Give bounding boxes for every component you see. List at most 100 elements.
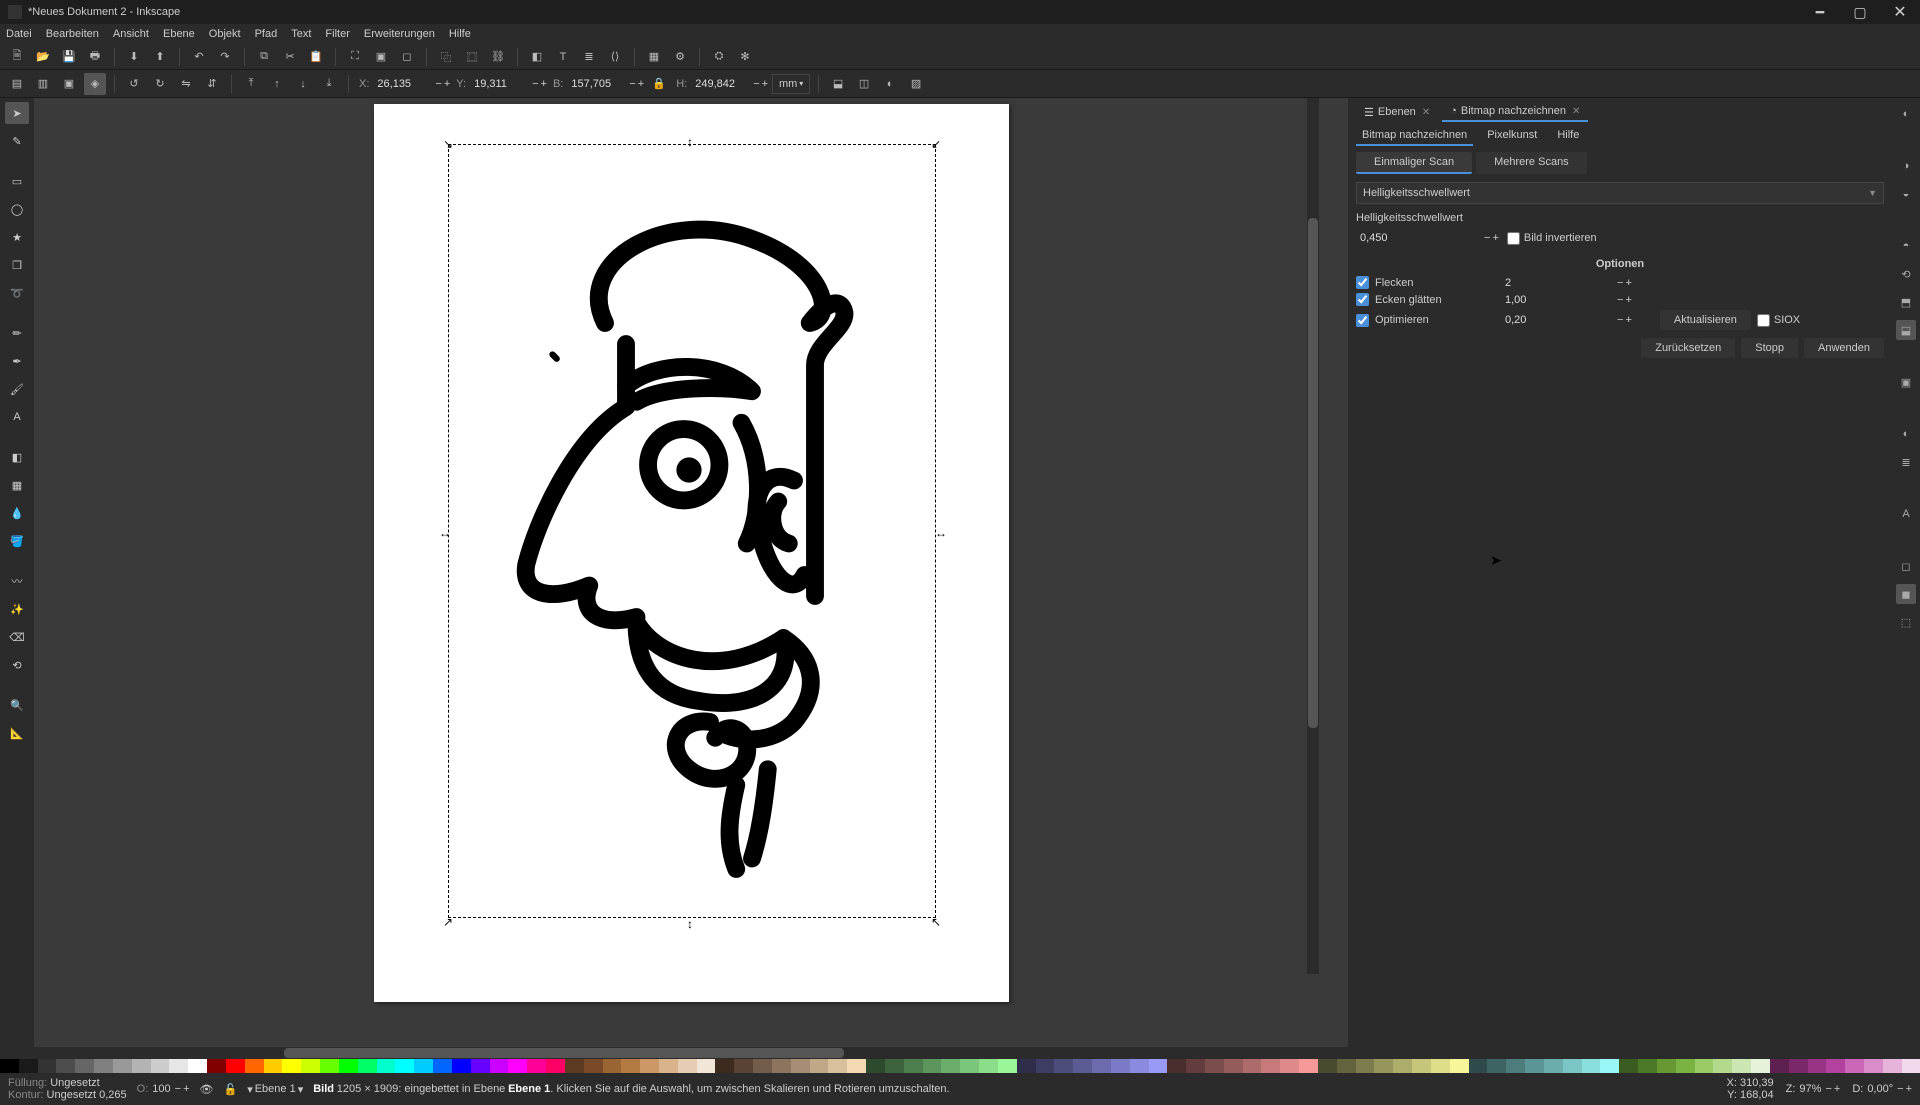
- swatch[interactable]: [490, 1059, 509, 1073]
- swatch[interactable]: [885, 1059, 904, 1073]
- subtab-trace[interactable]: Bitmap nachzeichnen: [1356, 126, 1473, 146]
- swatch[interactable]: [282, 1059, 301, 1073]
- swatch[interactable]: [188, 1059, 207, 1073]
- dock-icon-4[interactable]: ◓: [1896, 236, 1916, 256]
- export-icon[interactable]: ⬆: [149, 46, 171, 68]
- siox-checkbox[interactable]: SIOX: [1757, 314, 1800, 327]
- swatch[interactable]: [1299, 1059, 1318, 1073]
- calligraphy-tool[interactable]: 🖌: [5, 378, 29, 400]
- handle-bl[interactable]: ↗: [443, 915, 453, 925]
- eraser-tool[interactable]: ⌫: [5, 626, 29, 648]
- swatch[interactable]: [565, 1059, 584, 1073]
- maximize-button[interactable]: ▢: [1840, 0, 1880, 24]
- swatch[interactable]: [1713, 1059, 1732, 1073]
- subtab-help[interactable]: Hilfe: [1551, 126, 1585, 146]
- handle-tl[interactable]: ↘: [443, 137, 453, 147]
- swatch[interactable]: [1845, 1059, 1864, 1073]
- swatch[interactable]: [1036, 1059, 1055, 1073]
- swatch[interactable]: [207, 1059, 226, 1073]
- swatch[interactable]: [414, 1059, 433, 1073]
- sel-all-layers-icon[interactable]: ▤: [6, 73, 28, 95]
- swatch[interactable]: [941, 1059, 960, 1073]
- swatch[interactable]: [1902, 1059, 1920, 1073]
- update-button[interactable]: Aktualisieren: [1660, 310, 1751, 330]
- connector-tool[interactable]: ⟲: [5, 654, 29, 676]
- swatch[interactable]: [1130, 1059, 1149, 1073]
- dock-icon-7[interactable]: ⬓: [1896, 320, 1916, 340]
- opt-optimize-check[interactable]: [1356, 314, 1369, 327]
- swatch[interactable]: [734, 1059, 753, 1073]
- unlink-icon[interactable]: ⛓: [487, 46, 509, 68]
- copy-icon[interactable]: ⧉: [253, 46, 275, 68]
- selector-tool[interactable]: ➤: [5, 102, 29, 124]
- opt-speckles-input[interactable]: [1501, 277, 1611, 289]
- clone-icon[interactable]: ⿴: [461, 46, 483, 68]
- swatch[interactable]: [1149, 1059, 1168, 1073]
- menu-edit[interactable]: Bearbeiten: [46, 28, 99, 40]
- swatch[interactable]: [1356, 1059, 1375, 1073]
- open-icon[interactable]: 📂: [32, 46, 54, 68]
- lower-icon[interactable]: ↓: [292, 73, 314, 95]
- swatch[interactable]: [19, 1059, 38, 1073]
- paste-icon[interactable]: 📋: [305, 46, 327, 68]
- swatch[interactable]: [301, 1059, 320, 1073]
- swatch[interactable]: [1487, 1059, 1506, 1073]
- lower-bottom-icon[interactable]: ⤓: [318, 73, 340, 95]
- menu-extensions[interactable]: Erweiterungen: [364, 28, 435, 40]
- prefs2-icon[interactable]: ✻: [734, 46, 756, 68]
- dock-icon-9[interactable]: ◐: [1896, 424, 1916, 444]
- dock-icon-10[interactable]: ≣: [1896, 452, 1916, 472]
- 3dbox-tool[interactable]: ❒: [5, 254, 29, 276]
- mode-multi-scan[interactable]: Mehrere Scans: [1476, 152, 1587, 174]
- rotate-ccw-icon[interactable]: ↺: [123, 73, 145, 95]
- xml-icon[interactable]: ⟨⟩: [604, 46, 626, 68]
- swatch[interactable]: [1883, 1059, 1902, 1073]
- dup-icon[interactable]: ⿻: [435, 46, 457, 68]
- menu-file[interactable]: Datei: [6, 28, 32, 40]
- swatch[interactable]: [1205, 1059, 1224, 1073]
- swatch[interactable]: [1261, 1059, 1280, 1073]
- sel-touch-icon[interactable]: ◈: [84, 73, 106, 95]
- swatch[interactable]: [1224, 1059, 1243, 1073]
- bezier-tool[interactable]: ✒: [5, 350, 29, 372]
- zoom-tool[interactable]: 🔍: [5, 694, 29, 716]
- close-button[interactable]: ✕: [1880, 0, 1920, 24]
- gradient-tool[interactable]: ◧: [5, 446, 29, 468]
- swatch[interactable]: [1751, 1059, 1770, 1073]
- swatch[interactable]: [621, 1059, 640, 1073]
- menu-path[interactable]: Pfad: [255, 28, 278, 40]
- sel-all-icon[interactable]: ▥: [32, 73, 54, 95]
- swatch[interactable]: [320, 1059, 339, 1073]
- text-tool[interactable]: A: [5, 406, 29, 428]
- swatch[interactable]: [1337, 1059, 1356, 1073]
- swatch[interactable]: [1525, 1059, 1544, 1073]
- swatch[interactable]: [113, 1059, 132, 1073]
- undo-icon[interactable]: ↶: [188, 46, 210, 68]
- zoom-sel-icon[interactable]: ⛶: [344, 46, 366, 68]
- opt-speckles-check[interactable]: [1356, 276, 1369, 289]
- swatch[interactable]: [960, 1059, 979, 1073]
- swatch[interactable]: [1826, 1059, 1845, 1073]
- swatch[interactable]: [923, 1059, 942, 1073]
- opt-speckles-spinner[interactable]: −+: [1617, 277, 1632, 289]
- opt-optimize-spinner[interactable]: −+: [1617, 314, 1632, 326]
- mode-single-scan[interactable]: Einmaliger Scan: [1356, 152, 1472, 174]
- swatch[interactable]: [339, 1059, 358, 1073]
- swatch[interactable]: [395, 1059, 414, 1073]
- swatch[interactable]: [1167, 1059, 1186, 1073]
- swatch[interactable]: [828, 1059, 847, 1073]
- align-icon[interactable]: ▦: [643, 46, 665, 68]
- move-patterns-icon[interactable]: ▨: [905, 73, 927, 95]
- swatch[interactable]: [508, 1059, 527, 1073]
- prefs-icon[interactable]: ⛭: [708, 46, 730, 68]
- save-icon[interactable]: 💾: [58, 46, 80, 68]
- scale-corners-icon[interactable]: ◫: [853, 73, 875, 95]
- swatch[interactable]: [659, 1059, 678, 1073]
- swatch[interactable]: [1393, 1059, 1412, 1073]
- print-icon[interactable]: 🖶: [84, 46, 106, 68]
- dock-icon-8[interactable]: ▣: [1896, 372, 1916, 392]
- flip-h-icon[interactable]: ⇋: [175, 73, 197, 95]
- canvas[interactable]: ↘ ↙ ↗ ↖ ↕ ↕ ↔ ↔: [34, 98, 1348, 1047]
- swatch[interactable]: [1469, 1059, 1488, 1073]
- h-spinner[interactable]: −+: [753, 78, 768, 90]
